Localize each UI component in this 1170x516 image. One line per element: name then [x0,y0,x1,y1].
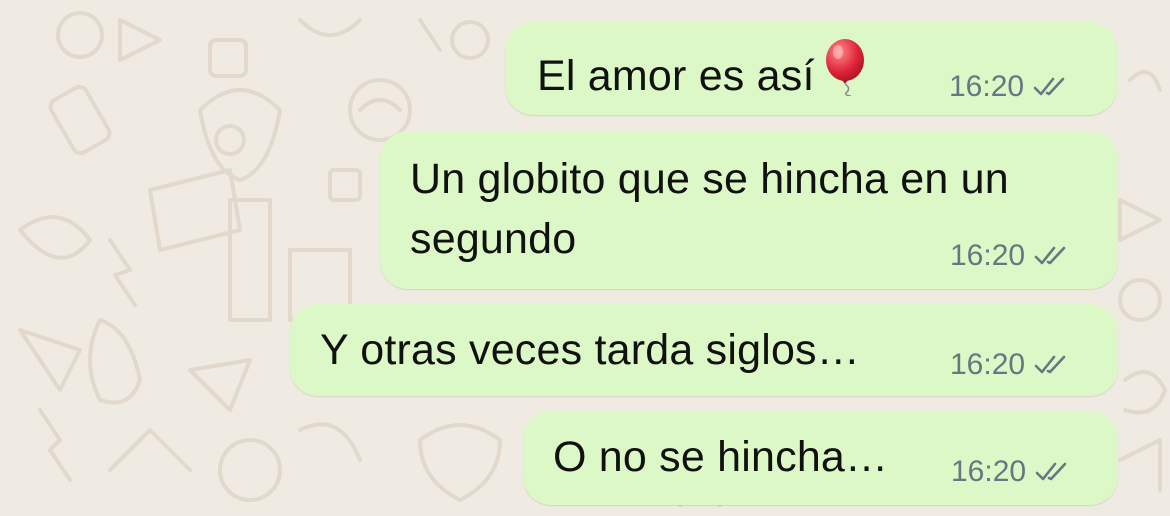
message-bubble[interactable]: Un globito que se hincha en un segundo 1… [380,131,1118,289]
message-bubble[interactable]: Y otras veces tarda siglos… 16:20 [290,304,1118,396]
double-check-icon [1033,353,1073,377]
balloon-icon [821,38,873,112]
message-text: El amor es así [537,38,873,112]
timestamp: 16:20 [949,70,1025,103]
message-meta: 16:20 [949,70,1072,104]
message-text: Y otras veces tarda siglos… [320,326,860,374]
message-meta: 16:20 [951,455,1074,489]
double-check-icon [1034,460,1074,484]
double-check-icon [1032,75,1072,99]
message-bubble[interactable]: El amor es así 16:20 [505,22,1117,115]
message-bubble[interactable]: O no se hincha… 16:20 [523,411,1118,505]
timestamp: 16:20 [951,455,1027,488]
message-text-line-1: Un globito que se hincha en un [410,155,1009,203]
message-meta: 16:20 [950,239,1073,273]
message-text: O no se hincha… [553,433,889,481]
double-check-icon [1033,244,1073,268]
message-meta: 16:20 [950,348,1073,382]
timestamp: 16:20 [950,348,1026,381]
timestamp: 16:20 [950,239,1026,272]
message-text-line-2: segundo [410,215,577,263]
